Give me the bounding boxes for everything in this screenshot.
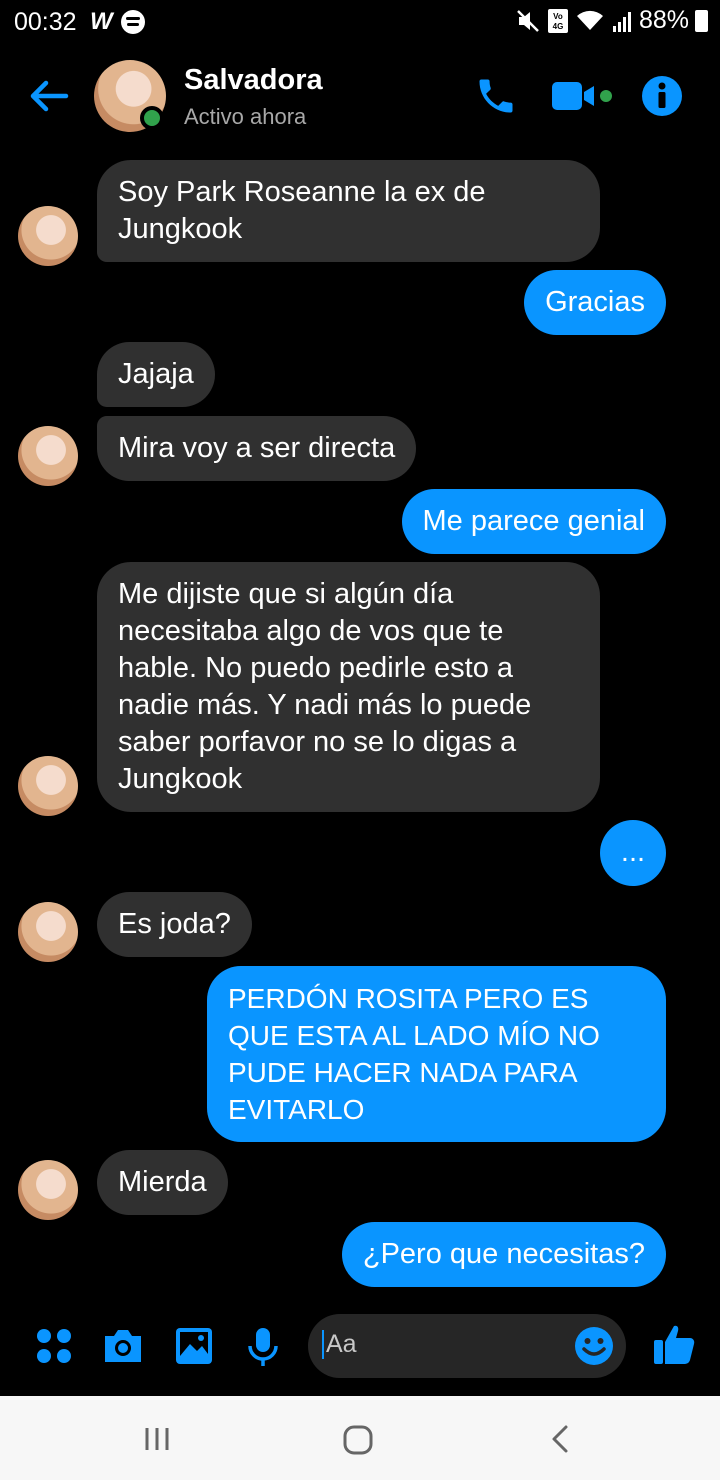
emoji-icon[interactable]: [574, 1326, 614, 1366]
mute-icon: [517, 9, 539, 32]
battery-level: 88%: [638, 6, 689, 34]
status-bar: 00:32 W Vo 4G 88%: [0, 0, 720, 44]
menu-dots-icon[interactable]: [34, 1326, 74, 1366]
w-app-icon: W: [90, 8, 113, 35]
conversation-header: Salvadora Activo ahora: [0, 48, 720, 144]
status-time: 00:32: [14, 8, 77, 36]
sender-avatar[interactable]: [18, 426, 78, 486]
status-left-icons: W: [90, 8, 145, 36]
gallery-icon[interactable]: [174, 1326, 214, 1366]
message-composer: [0, 1310, 720, 1386]
incoming-message[interactable]: Es joda?: [97, 892, 252, 957]
online-indicator: [140, 106, 164, 130]
signal-icon: [612, 11, 631, 32]
recent-apps-icon[interactable]: [142, 1424, 172, 1454]
svg-text:4G: 4G: [553, 22, 564, 31]
info-icon[interactable]: [640, 74, 684, 118]
system-nav-bar: [0, 1396, 720, 1480]
incoming-message[interactable]: Me dijiste que si algún día necesitaba a…: [97, 562, 600, 812]
outgoing-message[interactable]: PERDÓN ROSITA PERO ES QUE ESTA AL LADO M…: [207, 966, 666, 1142]
microphone-icon[interactable]: [245, 1326, 281, 1368]
message-list[interactable]: Soy Park Roseanne la ex de Jungkook Grac…: [0, 144, 720, 1304]
back-arrow-icon[interactable]: [26, 74, 70, 118]
sender-avatar[interactable]: [18, 756, 78, 816]
sender-avatar[interactable]: [18, 206, 78, 266]
contact-status: Activo ahora: [184, 104, 307, 129]
spotify-icon: [120, 10, 145, 34]
incoming-message[interactable]: Jajaja: [97, 342, 215, 407]
message-input[interactable]: [322, 1330, 562, 1359]
outgoing-message[interactable]: ...: [600, 820, 666, 886]
battery-icon: [695, 9, 708, 32]
sender-avatar[interactable]: [18, 1160, 78, 1220]
svg-text:Vo: Vo: [553, 12, 563, 21]
camera-icon[interactable]: [101, 1326, 145, 1366]
contact-name[interactable]: Salvadora: [184, 64, 323, 97]
message-input-container[interactable]: [308, 1314, 626, 1378]
wifi-icon: [576, 10, 603, 30]
incoming-message[interactable]: Soy Park Roseanne la ex de Jungkook: [97, 160, 600, 262]
video-call-icon[interactable]: [550, 74, 616, 118]
like-icon[interactable]: [652, 1322, 696, 1366]
status-right-icons: Vo 4G 88%: [515, 6, 708, 35]
home-icon[interactable]: [342, 1424, 374, 1456]
outgoing-message[interactable]: Me parece genial: [401, 489, 666, 554]
incoming-message[interactable]: Mierda: [97, 1150, 228, 1215]
back-nav-icon[interactable]: [546, 1424, 574, 1454]
volte-4g-icon: Vo 4G: [547, 8, 568, 33]
sender-avatar[interactable]: [18, 902, 78, 962]
incoming-message[interactable]: Mira voy a ser directa: [97, 416, 417, 481]
phone-call-icon[interactable]: [474, 74, 518, 118]
outgoing-message[interactable]: Gracias: [524, 270, 666, 335]
outgoing-message[interactable]: ¿Pero que necesitas?: [341, 1222, 666, 1287]
